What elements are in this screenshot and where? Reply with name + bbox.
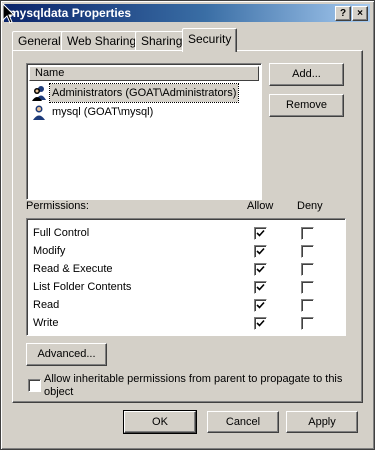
permission-row: Read & Execute — [33, 260, 113, 278]
window-title: mysqldata Properties — [9, 6, 132, 20]
permission-row: List Folder Contents — [33, 278, 131, 296]
security-panel: Name Administrators (GOAT\Administrators… — [12, 50, 363, 403]
allow-checkbox[interactable] — [254, 299, 267, 312]
deny-checkbox[interactable] — [301, 227, 314, 240]
permission-row: Read — [33, 296, 59, 314]
allow-column-label: Allow — [247, 200, 274, 212]
ok-button[interactable]: OK — [123, 410, 197, 434]
permissions-label: Permissions: — [26, 200, 89, 212]
properties-dialog: mysqldata Properties ? × General Web Sha… — [0, 0, 375, 450]
advanced-button[interactable]: Advanced... — [26, 343, 107, 366]
permission-row: Modify — [33, 242, 65, 260]
inherit-permissions-label-2: object — [44, 386, 74, 398]
permission-label: Modify — [33, 245, 66, 257]
tab-sharing[interactable]: Sharing — [135, 31, 189, 50]
allow-checkbox[interactable] — [254, 281, 267, 294]
tab-web-sharing[interactable]: Web Sharing — [61, 31, 143, 50]
inherit-permissions-label: Allow inheritable permissions from paren… — [44, 373, 343, 385]
user-icon — [33, 105, 45, 120]
remove-button[interactable]: Remove — [269, 94, 344, 117]
deny-checkbox[interactable] — [301, 317, 314, 330]
permission-label: Write — [33, 317, 59, 329]
close-button[interactable]: × — [352, 6, 368, 21]
list-item-label: mysql (GOAT\mysql) — [52, 106, 154, 118]
deny-checkbox[interactable] — [301, 299, 314, 312]
permission-row: Write — [33, 314, 58, 332]
title-bar[interactable]: mysqldata Properties ? × — [4, 4, 370, 22]
inherit-permissions-checkbox[interactable] — [28, 379, 41, 392]
deny-checkbox[interactable] — [301, 281, 314, 294]
allow-checkbox[interactable] — [254, 227, 267, 240]
names-list[interactable]: Name Administrators (GOAT\Administrators… — [26, 63, 262, 200]
deny-checkbox[interactable] — [301, 245, 314, 258]
tab-general[interactable]: General — [12, 31, 67, 50]
group-users-icon — [32, 86, 46, 101]
permission-label: Full Control — [33, 227, 90, 239]
mouse-cursor-icon — [2, 3, 16, 24]
cancel-button[interactable]: Cancel — [207, 411, 279, 433]
add-button[interactable]: Add... — [269, 63, 344, 86]
apply-button[interactable]: Apply — [286, 411, 358, 433]
help-button[interactable]: ? — [335, 6, 351, 21]
name-column-header[interactable]: Name — [29, 66, 259, 81]
allow-checkbox[interactable] — [254, 245, 267, 258]
permission-label: Read & Execute — [33, 263, 113, 275]
permission-label: List Folder Contents — [33, 281, 132, 293]
deny-checkbox[interactable] — [301, 263, 314, 276]
permission-label: Read — [33, 299, 60, 311]
deny-column-label: Deny — [297, 200, 323, 212]
list-item-label: Administrators (GOAT\Administrators) — [48, 83, 240, 103]
allow-checkbox[interactable] — [254, 263, 267, 276]
allow-checkbox[interactable] — [254, 317, 267, 330]
permissions-list[interactable]: Full Control Modify Read & Execute List Fol… — [26, 218, 346, 336]
tab-security[interactable]: Security — [182, 28, 238, 52]
permission-row: Full Control — [33, 224, 89, 242]
